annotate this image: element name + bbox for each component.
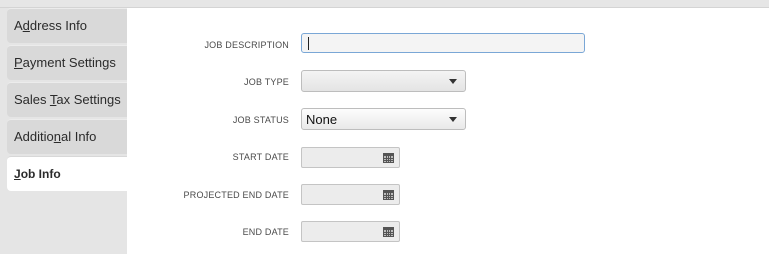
job-status-value: None bbox=[306, 112, 338, 127]
projected-end-date-label: PROJECTED END DATE bbox=[183, 190, 289, 200]
tab-label: Job Info bbox=[14, 167, 61, 181]
tab-label: Payment Settings bbox=[14, 55, 116, 70]
job-status-label: JOB STATUS bbox=[232, 115, 289, 125]
customer-editor-panel: Address Info Payment Settings Sales Tax … bbox=[0, 0, 769, 254]
tab-payment-settings[interactable]: Payment Settings bbox=[7, 45, 127, 80]
start-date-label: START DATE bbox=[232, 152, 289, 162]
calendar-icon[interactable] bbox=[383, 226, 394, 237]
start-date-input[interactable] bbox=[301, 147, 400, 168]
job-status-select[interactable]: None bbox=[301, 108, 466, 130]
text-caret bbox=[308, 37, 309, 50]
job-type-select[interactable] bbox=[301, 70, 466, 92]
end-date-input[interactable] bbox=[301, 221, 400, 242]
top-divider bbox=[0, 0, 769, 8]
job-info-form: JOB DESCRIPTION JOB TYPE JOB STATUS None… bbox=[127, 8, 769, 254]
tab-label: Additional Info bbox=[14, 129, 97, 144]
calendar-icon[interactable] bbox=[383, 152, 394, 163]
job-description-input[interactable] bbox=[301, 33, 585, 53]
chevron-down-icon bbox=[449, 117, 457, 122]
tab-additional-info[interactable]: Additional Info bbox=[7, 119, 127, 154]
tab-label: Sales Tax Settings bbox=[14, 92, 121, 107]
projected-end-date-input[interactable] bbox=[301, 184, 400, 205]
tab-address-info[interactable]: Address Info bbox=[7, 8, 127, 43]
job-description-label: JOB DESCRIPTION bbox=[204, 40, 289, 50]
sidebar-tabs: Address Info Payment Settings Sales Tax … bbox=[0, 8, 128, 254]
tab-label: Address Info bbox=[14, 18, 87, 33]
calendar-icon[interactable] bbox=[383, 189, 394, 200]
chevron-down-icon bbox=[449, 79, 457, 84]
tab-sales-tax-settings[interactable]: Sales Tax Settings bbox=[7, 82, 127, 117]
end-date-label: END DATE bbox=[242, 227, 289, 237]
job-type-label: JOB TYPE bbox=[244, 77, 289, 87]
tab-job-info[interactable]: Job Info bbox=[7, 156, 128, 191]
